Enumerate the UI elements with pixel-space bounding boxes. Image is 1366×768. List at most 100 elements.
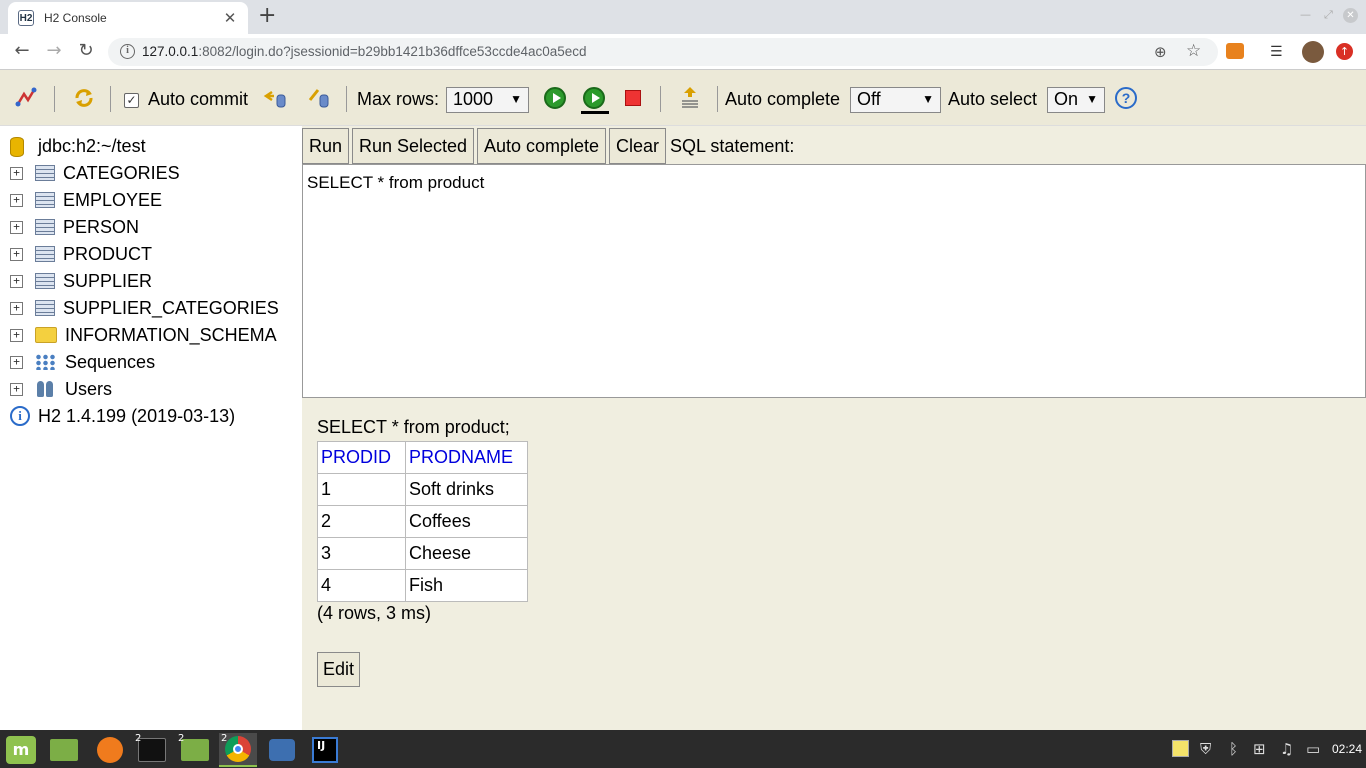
auto-commit-checkbox[interactable]: ✓ <box>124 93 139 108</box>
run-icon[interactable] <box>543 86 567 110</box>
bluetooth-icon[interactable]: ᛒ <box>1229 740 1238 758</box>
tree-item-product[interactable]: + PRODUCT <box>10 242 152 266</box>
expand-icon[interactable]: + <box>10 355 23 369</box>
auto-complete-select[interactable]: Off ▼ <box>850 87 941 113</box>
chevron-down-icon: ▼ <box>510 92 522 106</box>
underline-bar <box>581 111 609 114</box>
clear-button[interactable]: Clear <box>609 128 667 164</box>
network-icon[interactable]: ⊞ <box>1253 740 1266 758</box>
metamask-extension-icon[interactable] <box>1226 43 1244 59</box>
minimize-icon[interactable]: — <box>1300 8 1311 21</box>
connection-url: jdbc:h2:~/test <box>38 136 146 156</box>
table-icon <box>35 165 55 181</box>
expand-icon[interactable]: + <box>10 193 23 207</box>
intellij-icon[interactable]: IJ <box>306 733 344 767</box>
clock[interactable]: 02:24 <box>1332 742 1362 756</box>
expand-icon[interactable]: + <box>10 274 23 288</box>
help-icon[interactable]: ? <box>1114 86 1138 110</box>
maximize-icon[interactable]: ⤢ <box>1324 8 1333 22</box>
history-icon[interactable] <box>678 86 702 110</box>
toolbar-separator <box>54 86 55 112</box>
auto-complete-button[interactable]: Auto complete <box>477 128 607 164</box>
table-cell: 3 <box>317 537 406 570</box>
folder-icon <box>35 327 57 343</box>
table-row: 3 Cheese <box>317 537 528 570</box>
run-selected-button[interactable]: Run Selected <box>352 128 475 164</box>
disconnect-icon[interactable] <box>14 86 38 110</box>
expand-icon[interactable]: + <box>10 382 23 396</box>
toolbar-separator <box>660 86 661 112</box>
expand-icon[interactable]: + <box>10 328 23 342</box>
tab-h2-console[interactable]: H2 H2 Console ✕ <box>8 2 248 34</box>
tree-item-label: Sequences <box>65 351 156 372</box>
column-header-prodid[interactable]: PRODID <box>317 441 406 474</box>
run-selected-icon[interactable] <box>581 86 609 114</box>
site-info-icon[interactable]: i <box>120 44 135 59</box>
expand-icon[interactable]: + <box>10 301 23 315</box>
shield-tray-icon[interactable]: ⛨ <box>1200 740 1211 758</box>
users-icon <box>35 380 55 398</box>
tree-item-sequences[interactable]: + Sequences <box>10 350 155 374</box>
auto-select-select[interactable]: On ▼ <box>1047 87 1105 113</box>
database-tree: jdbc:h2:~/test + CATEGORIES + EMPLOYEE +… <box>0 126 302 730</box>
table-icon <box>35 192 55 208</box>
tree-item-categories[interactable]: + CATEGORIES <box>10 161 180 185</box>
tree-item-label: CATEGORIES <box>63 162 180 183</box>
expand-icon[interactable]: + <box>10 247 23 261</box>
tree-item-information-schema[interactable]: + INFORMATION_SCHEMA <box>10 323 277 347</box>
column-header-prodname[interactable]: PRODNAME <box>405 441 528 474</box>
back-icon[interactable]: ← <box>10 40 34 62</box>
battery-icon[interactable]: ▭ <box>1306 740 1320 758</box>
chrome-icon[interactable]: 2 <box>219 733 257 767</box>
toolbar-separator <box>346 86 347 112</box>
terminal-icon[interactable]: 2 <box>133 733 171 767</box>
firefox-icon[interactable] <box>91 733 129 767</box>
tree-item-person[interactable]: + PERSON <box>10 215 139 239</box>
close-tab-icon[interactable]: ✕ <box>222 9 238 27</box>
profile-avatar[interactable] <box>1302 41 1324 63</box>
tree-root[interactable]: jdbc:h2:~/test <box>10 136 146 157</box>
reading-list-icon[interactable]: ☰ <box>1270 44 1283 60</box>
files-icon[interactable]: 2 <box>176 733 214 767</box>
max-rows-select[interactable]: 1000 ▼ <box>446 87 529 113</box>
sql-statement-label: SQL statement: <box>670 136 795 156</box>
tree-item-label: EMPLOYEE <box>63 189 163 210</box>
mint-menu-icon[interactable]: m <box>2 733 40 767</box>
new-tab-icon[interactable]: + <box>258 5 276 27</box>
sql-editor[interactable]: SELECT * from product <box>302 164 1366 398</box>
run-button[interactable]: Run <box>302 128 350 164</box>
max-rows-value: 1000 <box>453 89 494 109</box>
screenshot-app-icon[interactable] <box>263 733 301 767</box>
table-cell: Cheese <box>405 537 528 570</box>
bookmark-star-icon[interactable]: ☆ <box>1186 41 1201 61</box>
tree-item-employee[interactable]: + EMPLOYEE <box>10 188 162 212</box>
tab-title: H2 Console <box>44 11 107 25</box>
forward-icon[interactable]: → <box>42 40 66 62</box>
refresh-icon[interactable] <box>72 86 96 110</box>
tree-item-supplier-categories[interactable]: + SUPPLIER_CATEGORIES <box>10 296 279 320</box>
stop-icon[interactable] <box>621 86 645 110</box>
notes-tray-icon[interactable] <box>1172 740 1189 757</box>
table-row: 1 Soft drinks <box>317 473 528 506</box>
sound-icon[interactable]: ♫ <box>1280 740 1293 758</box>
expand-icon[interactable]: + <box>10 166 23 180</box>
url-text[interactable]: 127.0.0.1:8082/login.do?jsessionid=b29bb… <box>142 44 587 59</box>
close-window-icon[interactable]: ✕ <box>1343 8 1358 23</box>
tree-item-supplier[interactable]: + SUPPLIER <box>10 269 152 293</box>
auto-complete-label: Auto complete <box>725 89 841 109</box>
reload-icon[interactable]: ↻ <box>74 40 98 62</box>
query-panel: Run Run Selected Auto complete Clear SQL… <box>302 126 1366 730</box>
address-bar[interactable]: i 127.0.0.1:8082/login.do?jsessionid=b29… <box>108 38 1218 66</box>
tree-item-label: Users <box>65 378 113 399</box>
tree-item-users[interactable]: + Users <box>10 377 112 401</box>
rollback-icon[interactable] <box>262 86 286 110</box>
expand-icon[interactable]: + <box>10 220 23 234</box>
chevron-down-icon: ▼ <box>1086 92 1098 106</box>
commit-icon[interactable] <box>306 86 330 110</box>
zoom-icon[interactable]: ⊕ <box>1154 43 1167 61</box>
update-icon[interactable]: ↑ <box>1336 43 1353 60</box>
show-desktop-icon[interactable] <box>45 733 83 767</box>
auto-select-label: Auto select <box>948 89 1038 109</box>
table-cell: Soft drinks <box>405 473 528 506</box>
edit-button[interactable]: Edit <box>317 652 361 687</box>
